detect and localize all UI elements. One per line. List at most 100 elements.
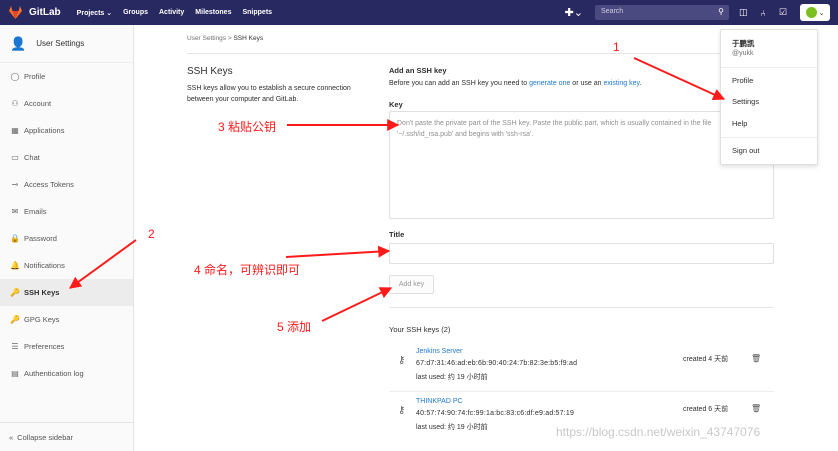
ssh-keys-heading: Your SSH keys (2) [389,325,451,334]
main-nav: Projects ⌄ Groups Activity Milestones Sn… [77,9,283,17]
password-icon: 🔒 [10,234,20,243]
breadcrumb-separator: > [227,35,232,42]
top-navbar: GitLab Projects ⌄ Groups Activity Milest… [0,0,838,25]
ssh-key-fingerprint: 40:57:74:90:74:fc:99:1a:bc:83:c6:df:e9:a… [416,410,575,417]
sidebar-item-preferences[interactable]: ☰ Preferences [0,333,133,360]
access-tokens-icon: ⊸ [11,180,19,189]
sidebar-list: ◯ Profile ⚇ Account ▦ Applications ▭ Chat ⊸ Acces… [0,63,133,387]
sidebar-item-gpg-keys[interactable]: 🔑 GPG Keys [0,306,133,333]
sidebar-item-label: Notifications [24,261,65,270]
user-menu-button[interactable]: ⌄ [800,4,830,21]
settings-sidebar: 👤 User Settings ◯ Profile ⚇ Account ▦ Applica… [0,25,134,451]
nav-milestones[interactable]: Milestones [195,9,231,17]
sidebar-item-authentication-log[interactable]: ▤ Authentication log [0,360,133,387]
gpg-keys-icon: 🔑 [10,315,20,324]
ssh-key-name[interactable]: THINKPAD PC [416,398,463,405]
key-textarea[interactable]: Don't paste the private part of the SSH … [389,111,774,219]
app-name: GitLab [29,7,61,18]
preferences-icon: ☰ [11,342,19,351]
dropdown-divider [721,67,817,68]
sidebar-header[interactable]: 👤 User Settings [0,25,133,63]
ssh-key-name[interactable]: Jenkins Server [416,348,462,355]
add-key-desc-post: . [639,80,642,87]
sidebar-item-notifications[interactable]: 🔔 Notifications [0,252,133,279]
annotation-1: 1 [613,40,620,54]
search-placeholder: Search [601,8,624,15]
section-description: SSH keys allow you to establish a secure… [187,85,351,103]
person-icon: ◯ [10,72,20,81]
add-key-button[interactable]: Add key [389,275,434,294]
add-key-desc-mid: or use an [570,80,604,87]
user-dropdown-menu: 于鹏凯 @yukk Profile Settings Help Sign out [720,29,818,165]
sidebar-item-label: GPG Keys [24,315,60,324]
sidebar-item-label: Applications [24,126,65,135]
dropdown-profile[interactable]: Profile [732,76,753,85]
add-key-title: Add an SSH key [389,66,447,75]
new-dropdown-button[interactable]: ✚⌄ [565,6,583,19]
arrow-to-title-field [285,245,391,258]
applications-icon: ▦ [11,126,19,135]
sidebar-item-label: Chat [24,153,40,162]
watermark: https://blog.csdn.net/weixin_43747076 [556,425,761,439]
annotation-4: 4 命名，可辨识即可 [194,263,301,277]
add-key-desc-pre: Before you can add an SSH key you need t… [389,80,530,87]
sidebar-item-chat[interactable]: ▭ Chat [0,144,133,171]
breadcrumb: User Settings > SSH Keys [187,35,263,42]
add-key-description: Before you can add an SSH key you need t… [389,80,774,87]
dropdown-settings[interactable]: Settings [732,97,759,106]
search-icon: ⚲ [718,7,724,16]
notifications-icon: 🔔 [10,261,20,270]
key-label: Key [389,100,403,109]
nav-projects[interactable]: Projects ⌄ [77,9,112,17]
generate-one-link[interactable]: generate one [529,80,570,87]
dropdown-divider [721,137,817,138]
todos-icon[interactable]: ☑ [779,7,787,18]
sidebar-item-emails[interactable]: ✉ Emails [0,198,133,225]
sidebar-item-password[interactable]: 🔒 Password [0,225,133,252]
title-input[interactable] [389,243,774,264]
trash-icon[interactable]: 🗑 [751,354,761,363]
issues-icon[interactable]: ◫ [739,7,748,18]
user-icon: 👤 [10,35,27,51]
sidebar-item-access-tokens[interactable]: ⊸ Access Tokens [0,171,133,198]
collapse-sidebar-button[interactable]: « Collapse sidebar [0,422,133,451]
gitlab-home-link[interactable]: GitLab [8,6,61,19]
page-title: SSH Keys [187,66,233,77]
annotation-3: 3 粘贴公钥 [218,120,277,134]
sidebar-item-label: Profile [24,72,46,81]
sidebar-item-ssh-keys[interactable]: 🔑 SSH Keys [0,279,133,306]
ssh-key-row: ⚷ Jenkins Server 67:d7:31:46:ad:eb:6b:90… [389,348,774,392]
key-row-divider [389,391,774,392]
existing-key-link[interactable]: existing key [603,80,639,87]
key-icon: ⚷ [398,355,406,366]
title-label: Title [389,230,405,239]
nav-snippets[interactable]: Snippets [242,9,272,17]
authentication-log-icon: ▤ [11,369,19,378]
sidebar-item-label: SSH Keys [24,288,60,297]
dropdown-user-name: 于鹏凯 [732,39,755,48]
topbar-right: ✚⌄ Search ⚲ ◫ ⑃ ☑ ⌄ [565,0,838,25]
search-input[interactable]: Search ⚲ [595,5,729,20]
breadcrumb-current[interactable]: SSH Keys [233,35,263,42]
keys-divider [389,307,774,308]
ssh-key-fingerprint: 67:d7:31:46:ad:eb:6b:90:40:24:7b:82:3e:b… [416,360,578,367]
annotation-5: 5 添加 [277,320,312,334]
sidebar-item-label: Emails [24,207,47,216]
breadcrumb-parent[interactable]: User Settings [187,35,226,42]
sidebar-item-label: Access Tokens [24,180,74,189]
nav-activity[interactable]: Activity [159,9,184,17]
trash-icon[interactable]: 🗑 [751,404,761,413]
nav-groups[interactable]: Groups [123,9,148,17]
double-chevron-left-icon: « [9,432,14,442]
sidebar-item-account[interactable]: ⚇ Account [0,90,133,117]
dropdown-sign-out[interactable]: Sign out [732,146,760,155]
collapse-label: Collapse sidebar [17,432,74,442]
sidebar-item-profile[interactable]: ◯ Profile [0,63,133,90]
chevron-down-icon: ⌄ [818,9,825,17]
arrow-to-settings [633,57,726,100]
sidebar-item-applications[interactable]: ▦ Applications [0,117,133,144]
annotation-2: 2 [148,227,155,241]
dropdown-help[interactable]: Help [732,119,747,128]
sidebar-item-label: Password [24,234,57,243]
merge-requests-icon[interactable]: ⑃ [761,8,766,18]
